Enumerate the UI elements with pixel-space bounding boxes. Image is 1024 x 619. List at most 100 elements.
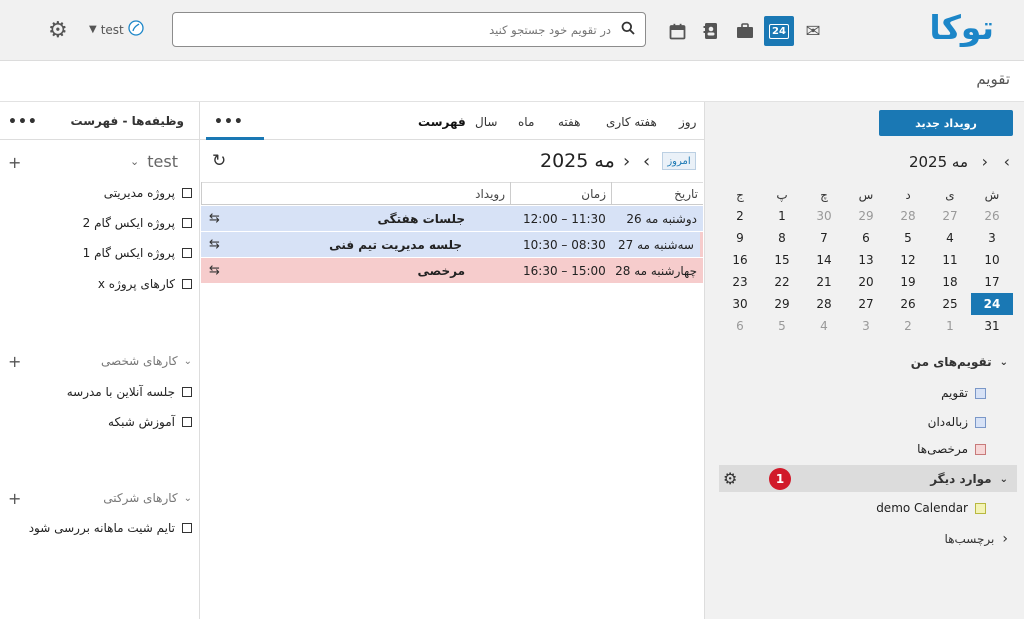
more-options-icon[interactable]: •••: [214, 114, 244, 130]
new-event-button[interactable]: رویداد جدید: [879, 110, 1013, 136]
checkbox[interactable]: [182, 387, 192, 397]
my-calendars-header[interactable]: ⌄ تقویم‌های من: [911, 355, 1008, 369]
task-item[interactable]: جلسه آنلاین با مدرسه: [67, 385, 192, 399]
mini-calendar-day[interactable]: 10: [971, 249, 1013, 271]
mail-icon[interactable]: ✉: [798, 16, 828, 46]
refresh-icon[interactable]: ↻: [212, 151, 226, 171]
mini-calendar-day[interactable]: 31: [971, 315, 1013, 337]
mini-calendar-day[interactable]: 27: [845, 293, 887, 315]
mini-calendar-day[interactable]: 6: [719, 315, 761, 337]
mini-calendar-day[interactable]: 4: [929, 227, 971, 249]
checkbox[interactable]: [182, 523, 192, 533]
checkbox[interactable]: [182, 188, 192, 198]
event-row[interactable]: چهارشنبه مه 28 15:00 – 16:30 مرخصی ⇆: [201, 258, 703, 283]
checkbox[interactable]: [975, 416, 986, 428]
other-calendars-header[interactable]: ⌄ موارد دیگر: [930, 472, 1008, 486]
checkbox[interactable]: [182, 279, 192, 289]
mini-calendar-day[interactable]: 13: [845, 249, 887, 271]
checkbox[interactable]: [182, 218, 192, 228]
mini-calendar-day[interactable]: 3: [971, 227, 1013, 249]
calendar-item-demo[interactable]: demo Calendar: [876, 501, 986, 515]
mini-calendar-day[interactable]: 3: [845, 315, 887, 337]
task-item[interactable]: کارهای پروژه x: [98, 277, 192, 291]
contacts-icon[interactable]: [696, 16, 726, 46]
mini-calendar-day[interactable]: 8: [761, 227, 803, 249]
mini-calendar-day[interactable]: 26: [971, 205, 1013, 227]
mini-calendar-day[interactable]: 5: [887, 227, 929, 249]
checkbox[interactable]: [182, 417, 192, 427]
checkbox[interactable]: [975, 443, 986, 455]
mini-calendar-next-button[interactable]: ›: [982, 152, 988, 171]
add-task-button[interactable]: +: [8, 153, 21, 172]
mini-calendar-day[interactable]: 25: [929, 293, 971, 315]
mini-calendar-day[interactable]: 29: [845, 205, 887, 227]
search-icon[interactable]: [621, 21, 635, 39]
mini-calendar-day[interactable]: 27: [929, 205, 971, 227]
mini-calendar-day[interactable]: 16: [719, 249, 761, 271]
checkbox[interactable]: [975, 502, 986, 514]
calendar-outline-icon[interactable]: [662, 16, 692, 46]
mini-calendar-today[interactable]: 24: [971, 293, 1013, 315]
tab-list[interactable]: فهرست: [418, 115, 466, 129]
add-personal-task-button[interactable]: +: [8, 352, 21, 371]
mini-calendar-day[interactable]: 17: [971, 271, 1013, 293]
tab-week[interactable]: هفته: [558, 115, 580, 129]
task-group-personal[interactable]: ⌄ کارهای شخصی: [101, 354, 192, 368]
add-company-task-button[interactable]: +: [8, 489, 21, 508]
task-item[interactable]: پروژه ایکس گام 1: [83, 246, 192, 260]
mini-calendar-day[interactable]: 9: [719, 227, 761, 249]
today-button[interactable]: امروز: [662, 152, 696, 170]
mini-calendar-day[interactable]: 29: [761, 293, 803, 315]
mini-calendar-day[interactable]: 1: [761, 205, 803, 227]
calendar-app-icon[interactable]: 24: [764, 16, 794, 46]
tags-header[interactable]: ‹ برچسب‌ها: [945, 531, 1008, 547]
mini-calendar-day[interactable]: 18: [929, 271, 971, 293]
mini-calendar-day[interactable]: 4: [803, 315, 845, 337]
tab-year[interactable]: سال: [475, 115, 497, 129]
mini-calendar-day[interactable]: 11: [929, 249, 971, 271]
mini-calendar-day[interactable]: 2: [719, 205, 761, 227]
briefcase-icon[interactable]: [730, 16, 760, 46]
tasks-more-options-icon[interactable]: •••: [8, 114, 38, 130]
mini-calendar-day[interactable]: 14: [803, 249, 845, 271]
tab-month[interactable]: ماه: [518, 115, 534, 129]
user-menu[interactable]: ▼ test: [89, 20, 144, 39]
mini-calendar-day[interactable]: 5: [761, 315, 803, 337]
mini-calendar-day[interactable]: 20: [845, 271, 887, 293]
mini-calendar-day[interactable]: 21: [803, 271, 845, 293]
mini-calendar-day[interactable]: 15: [761, 249, 803, 271]
mini-calendar-day[interactable]: 6: [845, 227, 887, 249]
mini-calendar-day[interactable]: 28: [887, 205, 929, 227]
mini-calendar-day[interactable]: 1: [929, 315, 971, 337]
checkbox[interactable]: [182, 248, 192, 258]
next-button[interactable]: ›: [623, 151, 630, 172]
calendar-item-leaves[interactable]: مرخصی‌ها: [917, 442, 986, 456]
mini-calendar-day[interactable]: 30: [719, 293, 761, 315]
mini-calendar-day[interactable]: 26: [887, 293, 929, 315]
mini-calendar-day[interactable]: 7: [803, 227, 845, 249]
task-item[interactable]: آموزش شبکه: [108, 415, 192, 429]
mini-calendar-day[interactable]: 28: [803, 293, 845, 315]
event-row[interactable]: سه‌شنبه مه 27 08:30 – 10:30 جلسه مدیریت …: [201, 232, 703, 257]
mini-calendar-day[interactable]: 12: [887, 249, 929, 271]
checkbox[interactable]: [975, 387, 986, 399]
mini-calendar-day[interactable]: 22: [761, 271, 803, 293]
other-settings-gear-icon[interactable]: ⚙: [723, 469, 737, 488]
task-item[interactable]: تایم شیت ماهانه بررسی شود: [29, 521, 192, 535]
mini-calendar-day[interactable]: 23: [719, 271, 761, 293]
calendar-item-trash[interactable]: زباله‌دان: [928, 415, 986, 429]
search-box[interactable]: [172, 12, 646, 47]
task-item[interactable]: پروژه مدیریتی: [104, 186, 192, 200]
event-row[interactable]: دوشنبه مه 26 11:30 – 12:00 جلسات هفتگی ⇆: [201, 206, 703, 231]
task-item[interactable]: پروژه ایکس گام 2: [83, 216, 192, 230]
tab-day[interactable]: روز: [679, 115, 696, 129]
task-list-selector[interactable]: test ⌄: [130, 152, 178, 171]
app-logo[interactable]: توکا: [929, 8, 995, 47]
search-input[interactable]: [191, 13, 611, 46]
settings-gear-icon[interactable]: ⚙: [48, 18, 68, 43]
calendar-item-calendar[interactable]: تقویم: [941, 386, 986, 400]
mini-calendar-day[interactable]: 19: [887, 271, 929, 293]
mini-calendar-prev-button[interactable]: ‹: [1004, 152, 1010, 171]
mini-calendar-day[interactable]: 2: [887, 315, 929, 337]
mini-calendar-day[interactable]: 30: [803, 205, 845, 227]
